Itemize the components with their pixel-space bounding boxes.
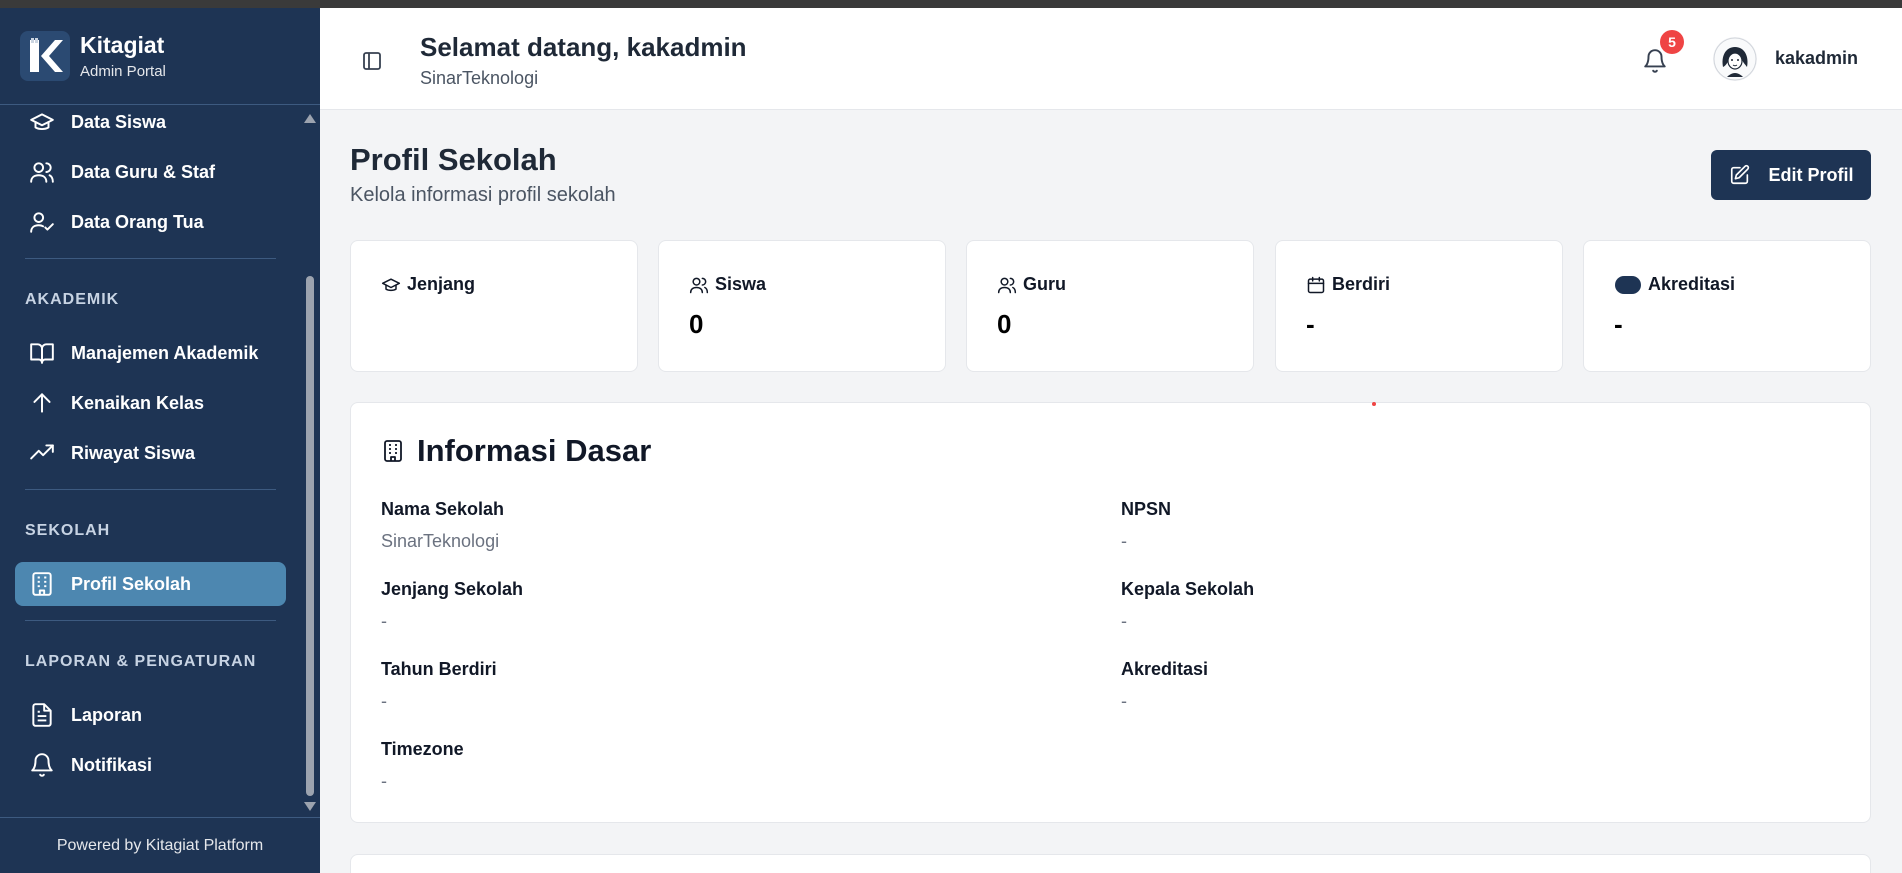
window-top-strip: [0, 0, 1902, 8]
scroll-down-arrow-icon[interactable]: [304, 802, 316, 811]
arrow-up-icon: [33, 393, 51, 413]
stat-card-guru: Guru 0: [966, 240, 1254, 372]
sidebar-item-label: Riwayat Siswa: [71, 442, 196, 463]
next-section-panel: [350, 854, 1871, 873]
field-label-jenjang-sekolah: Jenjang Sekolah: [381, 579, 524, 599]
cursor-dot: [1372, 402, 1376, 406]
sidebar-item-riwayat-siswa[interactable]: Riwayat Siswa: [15, 431, 286, 475]
sidebar-item-data-siswa[interactable]: Data Siswa: [15, 106, 286, 144]
sidebar-item-label: Notifikasi: [71, 754, 153, 775]
stat-card-jenjang: Jenjang: [350, 240, 638, 372]
sidebar-item-laporan[interactable]: Laporan: [15, 693, 286, 737]
sidebar-item-manajemen-akademik[interactable]: Manajemen Akademik: [15, 331, 286, 375]
sidebar-section-sekolah: SEKOLAH: [25, 522, 111, 539]
stat-label: Guru: [1023, 274, 1066, 294]
scrollbar-thumb[interactable]: [306, 276, 314, 796]
field-value-jenjang-sekolah: -: [381, 611, 387, 631]
field-value-kepala-sekolah: -: [1121, 611, 1127, 631]
brand-subtitle: Admin Portal: [80, 63, 166, 80]
sidebar-divider: [25, 489, 276, 490]
field-label-akreditasi: Akreditasi: [1121, 659, 1209, 679]
sidebar: Kitagiat Admin Portal Data Siswa Data Gu…: [0, 8, 320, 873]
sidebar-section-laporan-pengaturan: LAPORAN & PENGATURAN: [25, 653, 257, 670]
sidebar-item-label: Kenaikan Kelas: [71, 392, 205, 413]
sidebar-footer: Powered by Kitagiat Platform: [0, 817, 320, 873]
trending-up-icon: [30, 444, 54, 460]
sidebar-divider: [25, 620, 276, 621]
sidebar-item-label: Laporan: [71, 704, 143, 725]
welcome-title: Selamat datang, kakadmin: [420, 32, 747, 62]
user-check-icon: [30, 212, 54, 233]
stat-label: Siswa: [715, 274, 767, 294]
field-label-kepala-sekolah: Kepala Sekolah: [1121, 579, 1255, 599]
edit-icon: [1730, 164, 1749, 185]
stat-value: 0: [997, 309, 1012, 339]
users-icon: [689, 277, 709, 293]
organization-name: SinarTeknologi: [420, 68, 539, 88]
building-icon: [384, 440, 402, 462]
stat-label: Akreditasi: [1648, 274, 1736, 294]
sidebar-item-profil-sekolah[interactable]: Profil Sekolah: [15, 562, 286, 606]
field-label-npsn: NPSN: [1121, 499, 1172, 519]
sidebar-item-label: Data Siswa: [71, 111, 167, 132]
section-title: Informasi Dasar: [417, 433, 652, 468]
sidebar-item-label: Profil Sekolah: [71, 573, 192, 594]
graduation-cap-icon: [30, 113, 54, 131]
users-icon: [997, 277, 1017, 293]
building-icon: [32, 572, 52, 596]
page-subtitle: Kelola informasi profil sekolah: [350, 184, 616, 206]
stat-value: 0: [689, 309, 704, 339]
file-text-icon: [32, 703, 52, 727]
sidebar-item-label: Data Guru & Staf: [71, 161, 216, 182]
brand-logo-icon: [20, 31, 70, 81]
edit-profile-label: Edit Profil: [1768, 164, 1854, 185]
stat-card-akreditasi: Akreditasi -: [1583, 240, 1871, 372]
brand[interactable]: Kitagiat Admin Portal: [0, 8, 320, 105]
stat-card-berdiri: Berdiri -: [1275, 240, 1563, 372]
sidebar-item-label: Manajemen Akademik: [71, 342, 259, 363]
scroll-up-arrow-icon[interactable]: [304, 114, 316, 123]
stat-label: Jenjang: [407, 274, 476, 294]
sidebar-toggle-icon[interactable]: [360, 49, 384, 73]
sidebar-scrollbar[interactable]: [302, 106, 318, 818]
brand-name: Kitagiat: [80, 32, 165, 58]
field-value-nama-sekolah: SinarTeknologi: [381, 531, 500, 551]
notification-badge: 5: [1660, 30, 1684, 54]
notification-bell-icon[interactable]: [1642, 48, 1668, 74]
sidebar-section-akademik: AKADEMIK: [25, 291, 120, 308]
edit-profile-button[interactable]: Edit Profil: [1711, 150, 1871, 200]
bell-icon: [31, 753, 53, 777]
graduation-cap-icon: [381, 277, 401, 291]
sidebar-item-kenaikan-kelas[interactable]: Kenaikan Kelas: [15, 381, 286, 425]
stat-value: -: [1306, 309, 1315, 339]
book-open-icon: [30, 343, 54, 364]
sidebar-nav: Data Siswa Data Guru & Staf Data Orang T…: [0, 106, 302, 818]
sidebar-divider: [25, 258, 276, 259]
field-value-npsn: -: [1121, 531, 1127, 551]
field-label-nama-sekolah: Nama Sekolah: [381, 499, 505, 519]
field-value-akreditasi: -: [1121, 691, 1127, 711]
stat-value: -: [1614, 309, 1623, 339]
field-label-timezone: Timezone: [381, 739, 464, 759]
avatar[interactable]: [1713, 37, 1757, 81]
award-icon: [1615, 275, 1641, 294]
page-title: Profil Sekolah: [350, 142, 557, 177]
sidebar-item-data-orang-tua[interactable]: Data Orang Tua: [15, 200, 286, 244]
field-label-tahun-berdiri: Tahun Berdiri: [381, 659, 497, 679]
informasi-dasar-panel: Informasi Dasar Nama Sekolah SinarTeknol…: [350, 402, 1871, 823]
field-value-tahun-berdiri: -: [381, 691, 387, 711]
user-menu-name[interactable]: kakadmin: [1775, 48, 1858, 69]
calendar-icon: [1307, 276, 1325, 293]
sidebar-item-data-guru-staf[interactable]: Data Guru & Staf: [15, 150, 286, 194]
sidebar-item-label: Data Orang Tua: [71, 211, 204, 232]
top-header: Selamat datang, kakadmin SinarTeknologi …: [320, 8, 1902, 110]
field-value-timezone: -: [381, 771, 387, 791]
stat-label: Berdiri: [1332, 274, 1391, 294]
users-icon: [30, 162, 54, 183]
sidebar-item-notifikasi[interactable]: Notifikasi: [15, 743, 286, 787]
stat-card-siswa: Siswa 0: [658, 240, 946, 372]
